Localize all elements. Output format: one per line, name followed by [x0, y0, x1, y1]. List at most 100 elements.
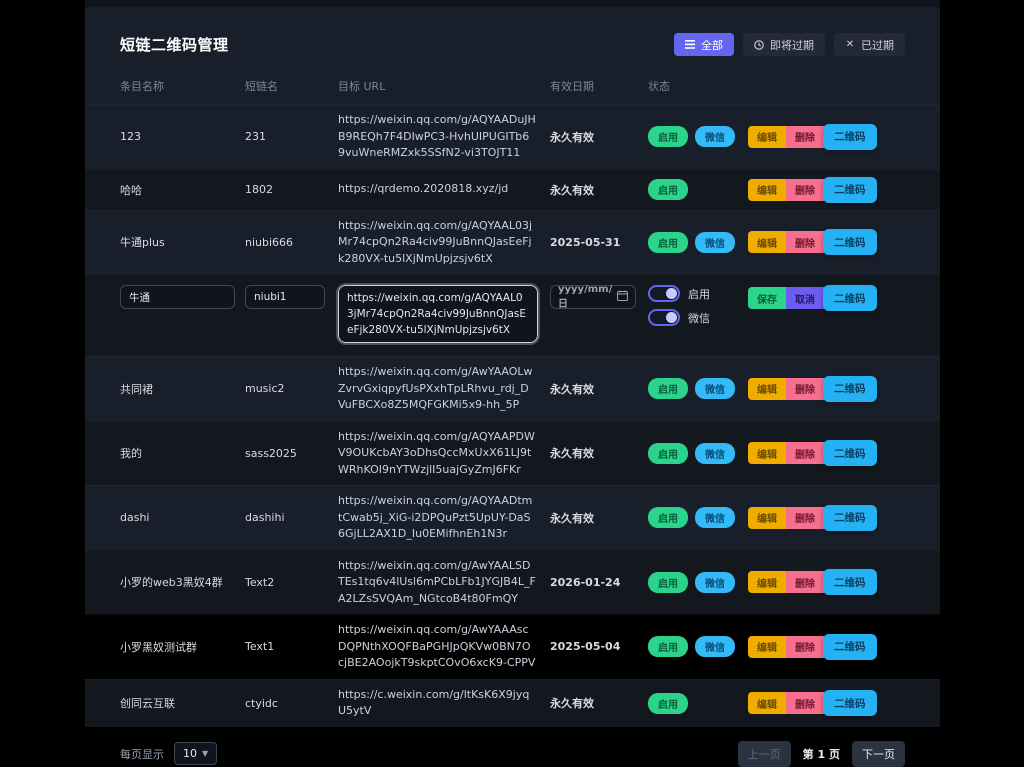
clock-icon: [754, 39, 764, 50]
delete-button[interactable]: 删除: [786, 377, 824, 400]
wechat-toggle[interactable]: [648, 309, 680, 326]
cancel-button[interactable]: 取消: [786, 287, 824, 309]
row-name: 牛通plus: [120, 236, 165, 250]
table-row: 共同裙 music2 https://weixin.qq.com/g/AwYAA…: [85, 356, 940, 421]
edit-name-input[interactable]: [120, 285, 235, 309]
filter-all-label: 全部: [701, 39, 723, 52]
page-indicator: 第 1 页: [802, 747, 840, 761]
table-rows-top: 123 231 https://weixin.qq.com/g/AQYAADuJ…: [85, 104, 940, 274]
top-strip: [85, 0, 940, 7]
qrcode-button[interactable]: 二维码: [823, 440, 877, 467]
qrcode-button[interactable]: 二维码: [823, 123, 877, 150]
delete-button[interactable]: 删除: [786, 506, 824, 529]
edit-name-cell: [120, 285, 245, 309]
table-header: 条目名称 短链名 目标 URL 有效日期 状态: [85, 70, 940, 104]
status-badge-enabled: 启用: [648, 179, 688, 200]
delete-button[interactable]: 删除: [786, 442, 824, 465]
qrcode-button[interactable]: 二维码: [823, 633, 877, 660]
qrcode-button[interactable]: 二维码: [823, 285, 877, 311]
calendar-icon[interactable]: [617, 290, 628, 304]
status-badge-enabled: 启用: [648, 507, 688, 529]
page-title: 短链二维码管理: [120, 36, 229, 54]
row-name: 123: [120, 130, 141, 144]
row-valid-date: 永久有效: [550, 447, 594, 461]
status-badge-wechat: 微信: [695, 636, 735, 658]
row-slug: sass2025: [245, 446, 297, 460]
edit-button[interactable]: 编辑: [748, 442, 786, 465]
per-page-control: 每页显示 10 ▼: [120, 742, 218, 765]
row-name: 小罗的web3黑奴4群: [120, 576, 223, 590]
edit-button[interactable]: 编辑: [748, 692, 786, 714]
row-target-url: https://weixin.qq.com/g/AQYAAL03jMr74cpQ…: [338, 218, 533, 265]
row-actions: 编辑 删除 二维码: [748, 176, 905, 203]
edit-toggles-cell: 启用 微信: [648, 285, 748, 326]
row-status-badges: 启用 微信: [648, 231, 748, 253]
edit-button[interactable]: 编辑: [748, 125, 786, 148]
inline-edit-row: https://weixin.qq.com/g/AQYAAL03jMr74cpQ…: [85, 274, 940, 356]
per-page-select[interactable]: 10 ▼: [174, 742, 218, 765]
prev-page-button[interactable]: 上一页: [737, 740, 791, 767]
col-header-date: 有效日期: [550, 80, 594, 93]
table-row: 牛通plus niubi666 https://weixin.qq.com/g/…: [85, 210, 940, 275]
qrcode-button[interactable]: 二维码: [823, 690, 877, 716]
row-actions: 编辑 删除 二维码: [748, 375, 905, 402]
row-slug: Text1: [245, 640, 275, 654]
edit-date-input[interactable]: yyyy/mm/日: [550, 284, 636, 310]
edit-button[interactable]: 编辑: [748, 377, 786, 400]
qrcode-button[interactable]: 二维码: [823, 504, 877, 531]
delete-button[interactable]: 删除: [786, 635, 824, 658]
next-page-button[interactable]: 下一页: [852, 740, 905, 767]
edit-slug-input[interactable]: [245, 285, 325, 309]
delete-button[interactable]: 删除: [786, 692, 824, 714]
edit-button[interactable]: 编辑: [748, 571, 786, 594]
status-badge-enabled: 启用: [648, 378, 688, 400]
edit-url-cell: https://weixin.qq.com/g/AQYAAL03jMr74cpQ…: [338, 285, 550, 346]
save-button[interactable]: 保存: [748, 287, 786, 309]
row-actions: 编辑 删除 二维码: [748, 440, 905, 467]
qrcode-button[interactable]: 二维码: [823, 229, 877, 256]
qrcode-button[interactable]: 二维码: [823, 176, 877, 203]
row-actions: 编辑 删除 二维码: [748, 504, 905, 531]
toggle-knob: [666, 312, 677, 323]
row-valid-date: 永久有效: [550, 130, 594, 144]
filter-expiring-button[interactable]: 即将过期: [743, 33, 825, 56]
status-badge-wechat: 微信: [695, 571, 735, 593]
status-badge-wechat: 微信: [695, 507, 735, 529]
toggle-knob: [666, 288, 677, 299]
col-header-status: 状态: [648, 80, 670, 93]
enable-toggle[interactable]: [648, 285, 680, 302]
row-slug: 231: [245, 130, 266, 144]
per-page-value: 10: [183, 747, 197, 760]
delete-button[interactable]: 删除: [786, 571, 824, 594]
qrcode-button[interactable]: 二维码: [823, 375, 877, 402]
edit-button[interactable]: 编辑: [748, 178, 786, 201]
table-row: 小罗黑奴测试群 Text1 https://weixin.qq.com/g/Aw…: [85, 614, 940, 679]
row-valid-date: 2025-05-04: [550, 640, 621, 654]
filter-expired-button[interactable]: ✕ 已过期: [834, 33, 905, 56]
table-row: dashi dashihi https://weixin.qq.com/g/AQ…: [85, 485, 940, 550]
row-status-badges: 启用 微信: [648, 636, 748, 658]
row-valid-date: 2025-05-31: [550, 235, 621, 249]
row-target-url: https://c.weixin.com/g/ltKsK6X9jyqU5ytV: [338, 687, 530, 718]
row-actions: 编辑 删除 二维码: [748, 123, 905, 150]
row-target-url: https://weixin.qq.com/g/AwYAAAscDQPNthXO…: [338, 623, 536, 669]
edit-button[interactable]: 编辑: [748, 231, 786, 254]
status-badge-enabled: 启用: [648, 126, 688, 148]
page-header: 短链二维码管理 全部 即将过期 ✕ 已过期: [85, 7, 940, 70]
pagination: 上一页 第 1 页 下一页: [737, 740, 905, 767]
edit-button[interactable]: 编辑: [748, 506, 786, 529]
edit-url-textarea[interactable]: https://weixin.qq.com/g/AQYAAL03jMr74cpQ…: [338, 285, 538, 343]
delete-button[interactable]: 删除: [786, 231, 824, 254]
filter-all-button[interactable]: 全部: [674, 33, 734, 56]
row-status-badges: 启用 微信: [648, 442, 748, 464]
row-target-url: https://qrdemo.2020818.xyz/jd: [338, 182, 509, 196]
row-name: 哈哈: [120, 183, 142, 197]
row-valid-date: 2026-01-24: [550, 575, 621, 589]
row-slug: ctyidc: [245, 696, 278, 710]
delete-button[interactable]: 删除: [786, 125, 824, 148]
edit-button[interactable]: 编辑: [748, 635, 786, 658]
delete-button[interactable]: 删除: [786, 178, 824, 201]
status-badge-wechat: 微信: [695, 126, 735, 148]
filter-expiring-label: 即将过期: [770, 39, 814, 52]
qrcode-button[interactable]: 二维码: [823, 569, 877, 596]
